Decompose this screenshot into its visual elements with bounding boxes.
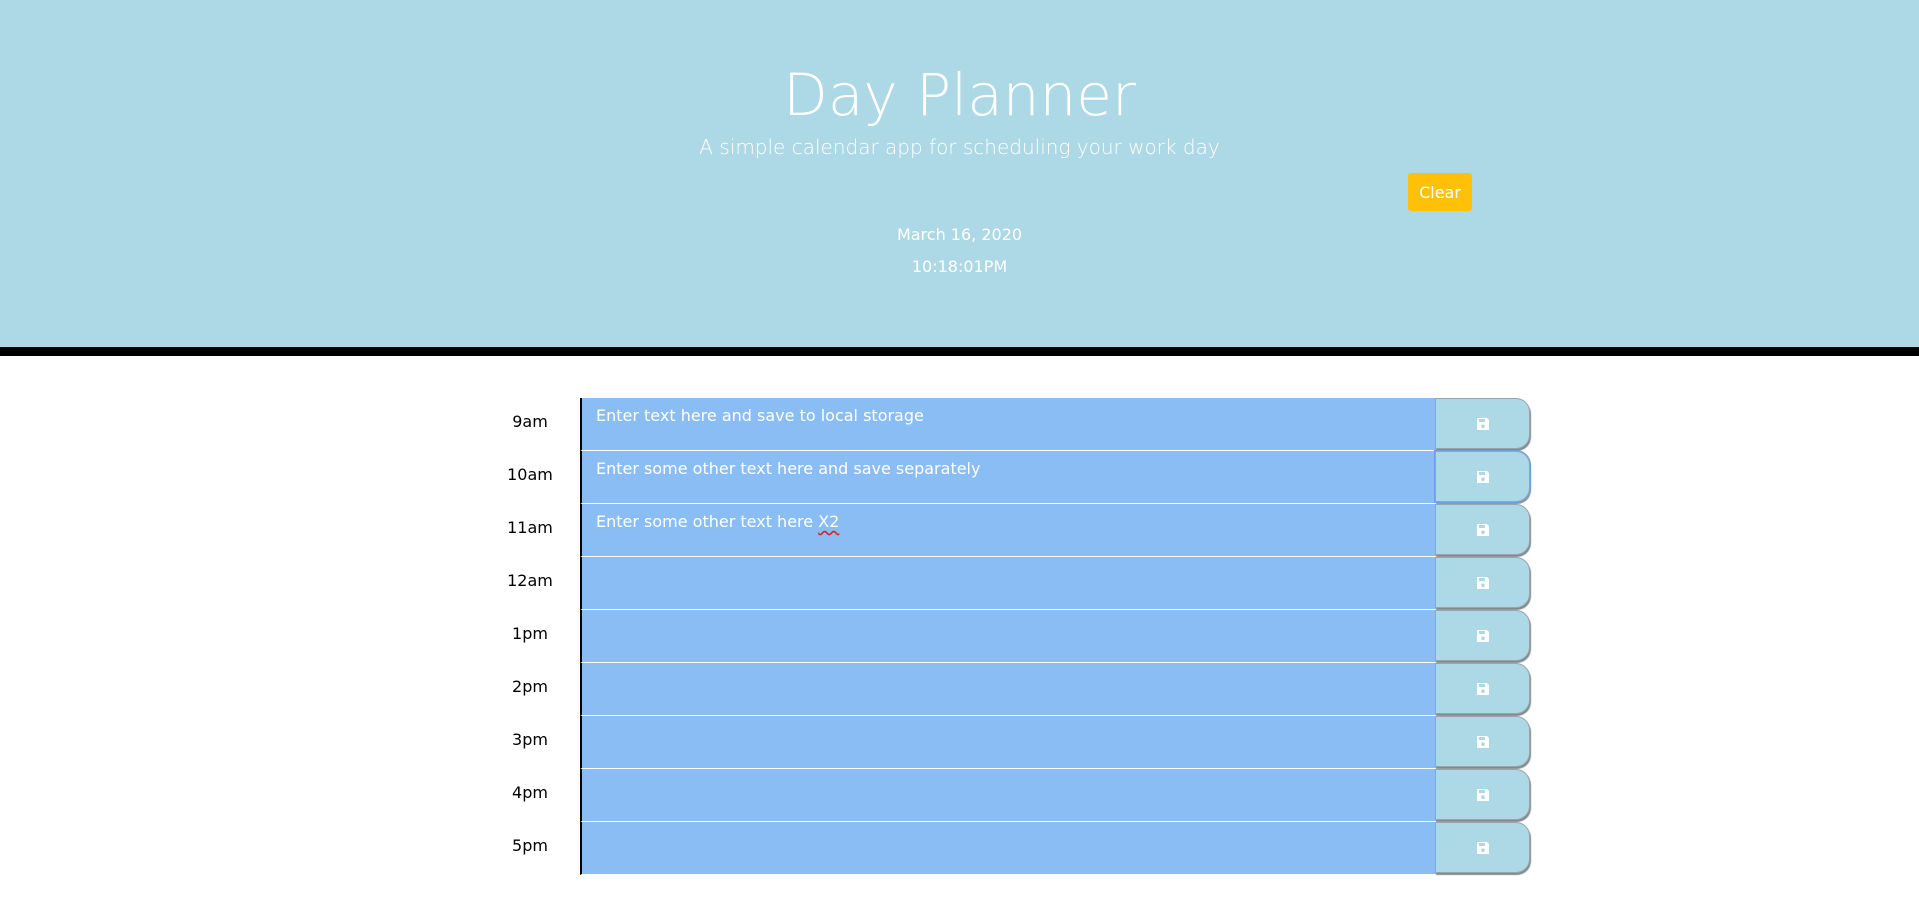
hour-label: 11am xyxy=(507,518,553,537)
page-title: Day Planner xyxy=(783,61,1136,129)
save-button[interactable] xyxy=(1435,663,1530,714)
current-date: March 16, 2020 xyxy=(896,225,1023,244)
time-block-row: 10am Enter some other text here and save… xyxy=(480,450,1531,504)
planner: 9am Enter text here and save to local st… xyxy=(480,398,1531,875)
time-block-row: 2pm xyxy=(480,663,1530,716)
event-description-input[interactable] xyxy=(580,557,1436,610)
hour-label: 12am xyxy=(507,571,553,590)
time-block-row: 4pm xyxy=(480,769,1530,822)
floppy-disk-icon xyxy=(1476,576,1489,589)
save-button[interactable] xyxy=(1434,450,1531,503)
floppy-disk-icon xyxy=(1476,841,1489,854)
hour-label: 3pm xyxy=(512,730,548,749)
event-description-input[interactable]: Enter some other text here and save sepa… xyxy=(580,451,1436,504)
floppy-disk-icon xyxy=(1476,470,1489,483)
current-time: 10:18:01PM xyxy=(911,257,1008,276)
hour-label: 10am xyxy=(507,465,553,484)
time-block-row: 12am xyxy=(480,557,1530,610)
time-block-row: 3pm xyxy=(480,716,1530,769)
floppy-disk-icon xyxy=(1476,417,1489,430)
floppy-disk-icon xyxy=(1476,629,1489,642)
time-block-row: 11am Enter some other text here X2 xyxy=(480,504,1530,557)
hour-label: 5pm xyxy=(512,836,548,855)
time-block-row: 9am Enter text here and save to local st… xyxy=(480,398,1530,451)
event-description-input[interactable] xyxy=(580,716,1436,769)
hour-label: 1pm xyxy=(512,624,548,643)
hour-label: 4pm xyxy=(512,783,548,802)
event-description-input[interactable] xyxy=(580,769,1436,822)
save-button[interactable] xyxy=(1435,822,1530,873)
page-subtitle: A simple calendar app for scheduling you… xyxy=(699,135,1220,159)
event-description-input[interactable] xyxy=(580,610,1436,663)
event-description-input[interactable] xyxy=(580,822,1436,875)
header: Day Planner A simple calendar app for sc… xyxy=(0,0,1919,356)
floppy-disk-icon xyxy=(1476,788,1489,801)
save-button[interactable] xyxy=(1435,504,1530,555)
save-button[interactable] xyxy=(1435,769,1530,820)
save-button[interactable] xyxy=(1435,716,1530,767)
save-button[interactable] xyxy=(1435,398,1530,449)
spellcheck-word: X2 xyxy=(818,512,840,531)
hour-label: 2pm xyxy=(512,677,548,696)
save-button[interactable] xyxy=(1435,557,1530,608)
save-button[interactable] xyxy=(1435,610,1530,661)
time-block-row: 1pm xyxy=(480,610,1530,663)
event-description-input[interactable] xyxy=(580,663,1436,716)
event-description-input[interactable]: Enter text here and save to local storag… xyxy=(580,398,1436,451)
floppy-disk-icon xyxy=(1476,735,1489,748)
floppy-disk-icon xyxy=(1476,523,1489,536)
hour-label: 9am xyxy=(512,412,548,431)
event-description-input[interactable]: Enter some other text here X2 xyxy=(580,504,1436,557)
time-block-row: 5pm xyxy=(480,822,1530,875)
floppy-disk-icon xyxy=(1476,682,1489,695)
clear-button[interactable]: Clear xyxy=(1408,173,1472,211)
